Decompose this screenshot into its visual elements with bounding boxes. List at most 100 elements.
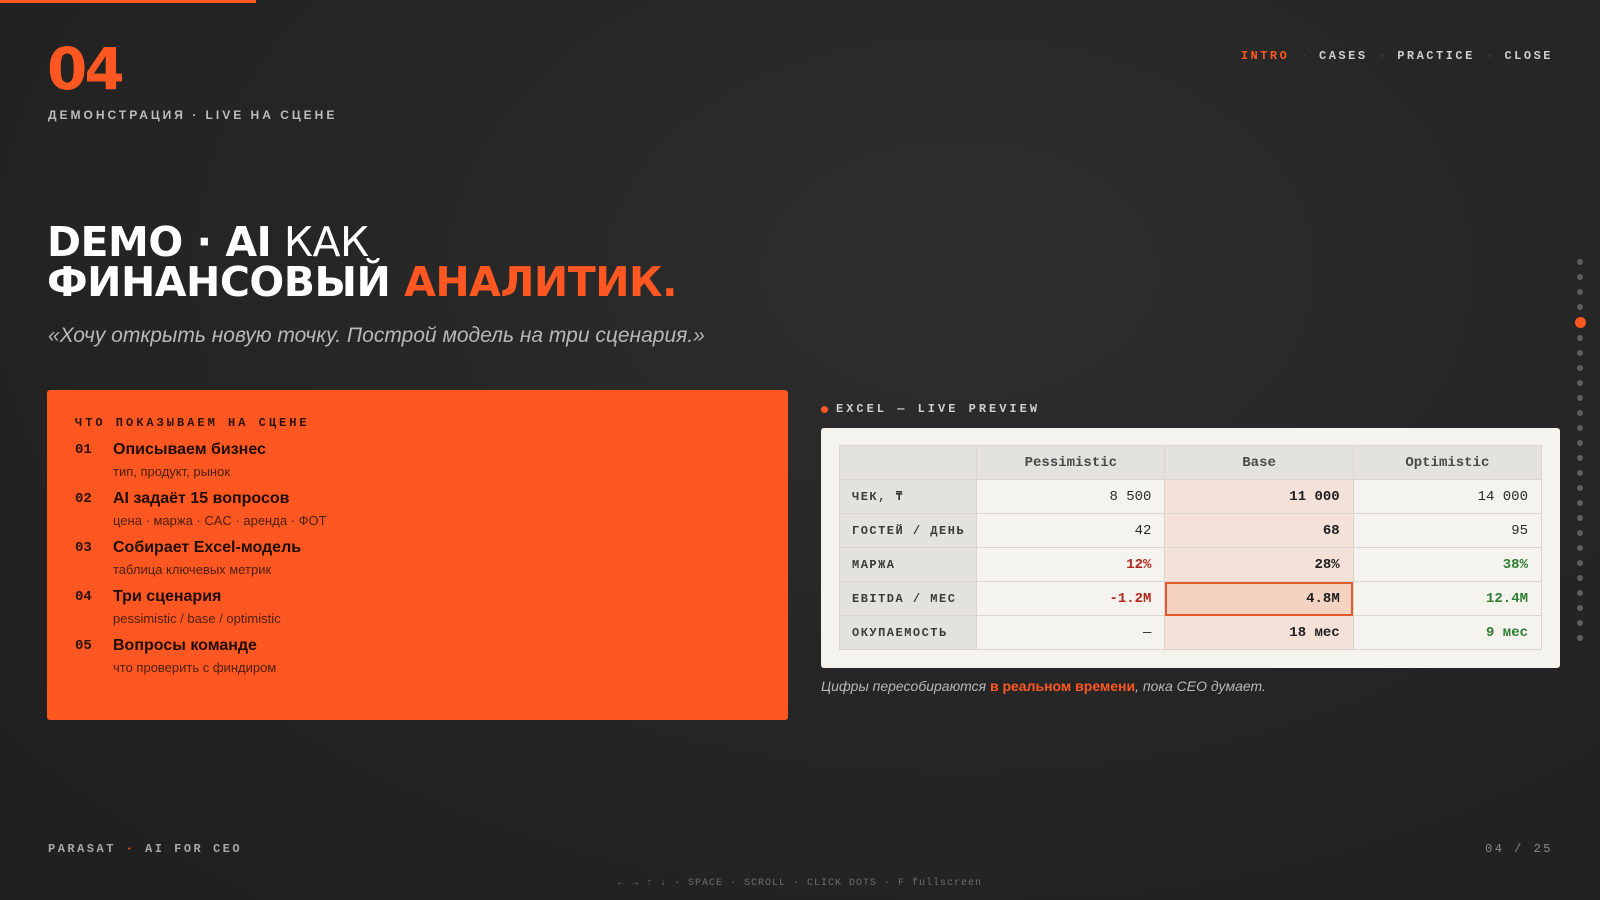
step-title: Описываем бизнес (113, 441, 266, 458)
step-title: Собирает Excel-модель (113, 539, 302, 556)
steps-card-label: ЧТО ПОКАЗЫВАЕМ НА СЦЕНЕ (75, 416, 310, 430)
excel-preview-label: EXCEL — LIVE PREVIEW (821, 402, 1040, 416)
table-row: МАРЖА 12% 28% 38% (838, 547, 1543, 582)
pager-dot[interactable] (1577, 500, 1583, 506)
nav-separator: · (1487, 50, 1492, 62)
table-row: ЧЕК, ₸ 8 500 11 000 14 000 (838, 479, 1543, 514)
step-number: 03 (75, 540, 92, 556)
pager-dot[interactable] (1577, 395, 1583, 401)
column-header-base: Base (1164, 445, 1354, 480)
column-header-optimistic: Optimistic (1352, 445, 1543, 480)
ceo-quote: «Хочу открыть новую точку. Построй модел… (48, 324, 705, 347)
nav-separator: · (1380, 50, 1385, 62)
pager-dot[interactable] (1577, 365, 1583, 371)
pager-dot[interactable] (1577, 304, 1583, 310)
slide-pager-dots (1574, 259, 1586, 650)
pager-dot[interactable] (1577, 380, 1583, 386)
row-label: EBITDA / МЕС (838, 581, 978, 616)
pager-dot[interactable] (1577, 620, 1583, 626)
table-row: EBITDA / МЕС -1.2M 4.8M 12.4M (838, 581, 1543, 616)
table-cell[interactable]: 9 мес (1352, 615, 1543, 650)
step-body: AI задаёт 15 вопросов цена · маржа · CAC … (113, 489, 327, 529)
step-subtitle: что проверить с финдиром (113, 660, 277, 675)
row-label: МАРЖА (838, 547, 978, 582)
pager-dot[interactable] (1577, 335, 1583, 341)
pager-dot[interactable] (1577, 530, 1583, 536)
nav-cases[interactable]: CASES (1319, 49, 1368, 63)
pager-dot[interactable] (1577, 410, 1583, 416)
pager-dot[interactable] (1577, 575, 1583, 581)
nav-practice[interactable]: PRACTICE (1397, 49, 1475, 63)
step-number: 01 (75, 442, 92, 458)
table-header-row: Pessimistic Base Optimistic (838, 445, 1543, 480)
pager-dot[interactable] (1577, 515, 1583, 521)
table-row: ОКУПАЕМОСТЬ —18 мес 9 мес (838, 615, 1543, 650)
column-header-pessimistic: Pessimistic (976, 445, 1166, 480)
table-cell[interactable]: 95 (1352, 513, 1543, 548)
pager-dot[interactable] (1577, 350, 1583, 356)
pager-dot[interactable] (1577, 470, 1583, 476)
live-dot-icon (821, 405, 828, 413)
table-cell[interactable]: 8 500 (976, 479, 1166, 514)
step-title: AI задаёт 15 вопросов (113, 490, 290, 507)
excel-preview-panel: Pessimistic Base Optimistic ЧЕК, ₸ 8 500 1… (821, 428, 1560, 668)
slide-section-label: ДЕМОНСТРАЦИЯ · LIVE НА СЦЕНЕ (48, 108, 338, 122)
slide-title: DEMO · AI КАК ФИНАНСОВЫЙ АНАЛИТИК. (47, 222, 678, 303)
pager-dot[interactable] (1577, 440, 1583, 446)
step-subtitle: цена · маржа · CAC · аренда · ФОТ (113, 513, 327, 528)
table-cell[interactable]: 42 (976, 513, 1166, 548)
table-body: ЧЕК, ₸ 8 500 11 000 14 000 ГОСТЕЙ / ДЕНЬ 42 68… (838, 479, 1543, 650)
brand-name: PARASAT (48, 842, 116, 856)
pager-dot[interactable] (1577, 455, 1583, 461)
table-cell[interactable]: — (976, 615, 1166, 650)
excel-preview-title: EXCEL — LIVE PREVIEW (836, 402, 1041, 416)
caption-text-post: , пока CEO думает. (1135, 678, 1266, 694)
keyboard-shortcuts-hint: ← → ↑ ↓ · SPACE · SCROLL · CLICK DOTS · … (617, 878, 983, 889)
table-row: ГОСТЕЙ / ДЕНЬ 42 68 95 (838, 513, 1543, 548)
step-item: 05 Вопросы команде что проверить с финдиро… (75, 636, 760, 676)
step-subtitle: тип, продукт, рынок (113, 464, 231, 479)
step-item: 02 AI задаёт 15 вопросов цена · маржа · CA… (75, 489, 760, 529)
step-body: Описываем бизнес тип, продукт, рынок (113, 440, 266, 480)
nav-close[interactable]: CLOSE (1504, 49, 1553, 63)
table-cell[interactable]: 28% (1164, 547, 1354, 582)
step-number: 05 (75, 638, 92, 654)
pager-dot[interactable] (1577, 605, 1583, 611)
step-number: 02 (75, 491, 92, 507)
brand-tagline: AI FOR CEO (145, 842, 243, 856)
steps-card: ЧТО ПОКАЗЫВАЕМ НА СЦЕНЕ 01 Описываем бизн… (47, 390, 788, 720)
pager-dot[interactable] (1577, 425, 1583, 431)
caption-highlight: в реальном времени (989, 678, 1136, 694)
pager-dot[interactable] (1577, 635, 1583, 641)
brand-dot: · (125, 842, 136, 856)
step-subtitle: pessimistic / base / optimistic (113, 611, 281, 626)
table-cell[interactable]: 68 (1164, 513, 1354, 548)
pager-dot[interactable] (1577, 560, 1583, 566)
title-accent: АНАЛИТИК. (404, 258, 678, 306)
table-cell[interactable]: 12.4M (1352, 581, 1543, 616)
pager-dot[interactable] (1577, 274, 1583, 280)
footer-brand: PARASAT · AI FOR CEO (48, 842, 242, 856)
nav-intro[interactable]: INTRO (1241, 49, 1290, 63)
selected-cell[interactable]: 4.8M (1164, 581, 1354, 616)
pager-dot-active[interactable] (1574, 317, 1586, 328)
table-cell[interactable]: 11 000 (1164, 479, 1354, 514)
top-nav: INTRO · CASES · PRACTICE · CLOSE (1241, 49, 1553, 63)
table-cell[interactable]: 14 000 (1352, 479, 1543, 514)
table-cell[interactable]: 12% (976, 547, 1166, 582)
step-body: Вопросы команде что проверить с финдиром (113, 636, 276, 676)
pager-dot[interactable] (1577, 289, 1583, 295)
scenario-table: Pessimistic Base Optimistic ЧЕК, ₸ 8 500 1… (838, 445, 1543, 650)
table-cell[interactable]: -1.2M (976, 581, 1166, 616)
row-label: ЧЕК, ₸ (838, 479, 978, 514)
step-title: Вопросы команде (113, 637, 257, 654)
pager-dot[interactable] (1577, 545, 1583, 551)
table-cell[interactable]: 18 мес (1164, 615, 1354, 650)
step-item: 01 Описываем бизнес тип, продукт, рынок (75, 440, 760, 480)
pager-dot[interactable] (1577, 259, 1583, 265)
excel-caption: Цифры пересобираются в реальном времени,… (821, 678, 1266, 694)
pager-dot[interactable] (1577, 485, 1583, 491)
table-cell[interactable]: 38% (1352, 547, 1543, 582)
pager-dot[interactable] (1577, 590, 1583, 596)
step-item: 04 Три сценария pessimistic / base / optim… (75, 587, 760, 627)
